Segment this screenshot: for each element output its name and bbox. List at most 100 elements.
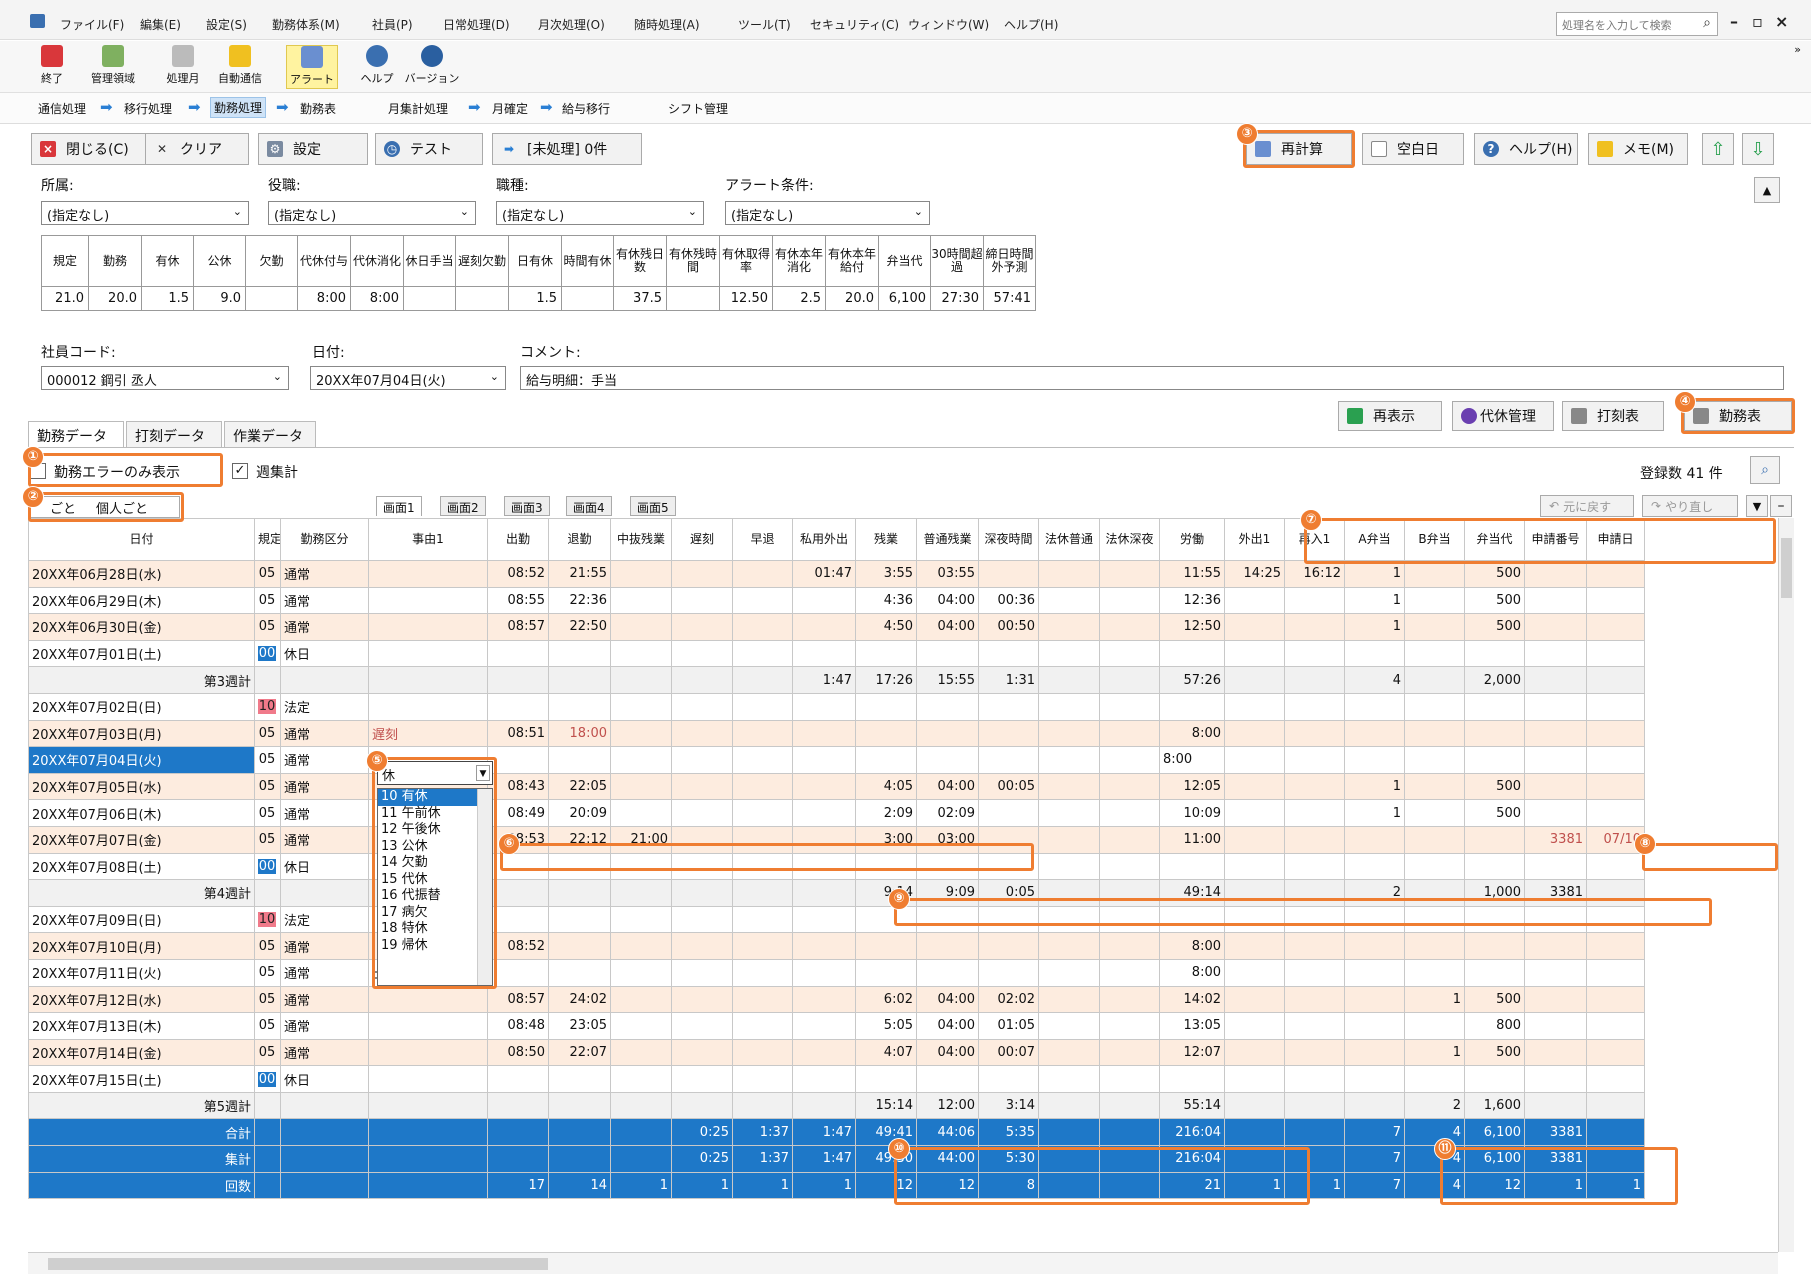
grid-cell[interactable] bbox=[1524, 932, 1587, 960]
grid-cell[interactable]: 1 bbox=[1344, 772, 1405, 801]
grid-cell[interactable] bbox=[671, 746, 733, 774]
reason-option[interactable]: 11 午前休 bbox=[378, 806, 492, 823]
grid-cell[interactable] bbox=[487, 639, 549, 668]
grid-header-cell[interactable]: 早退 bbox=[732, 518, 793, 561]
grid-cell[interactable] bbox=[487, 852, 549, 881]
grid-cell[interactable] bbox=[1284, 879, 1345, 907]
grid-header-cell[interactable]: 中抜残業 bbox=[610, 518, 672, 561]
grid-cell[interactable]: 8:00 bbox=[1159, 719, 1225, 748]
grid-cell[interactable] bbox=[1404, 932, 1465, 960]
grid-cell[interactable] bbox=[1159, 692, 1225, 721]
grid-cell[interactable] bbox=[1159, 639, 1225, 668]
grid-cell[interactable] bbox=[732, 879, 793, 907]
grid-cell[interactable] bbox=[368, 692, 488, 721]
menu-search-input[interactable]: 処理名を入力して検索 ⌕ bbox=[1556, 12, 1718, 36]
grid-cell[interactable] bbox=[792, 905, 856, 934]
grid-cell[interactable]: 4:36 bbox=[855, 586, 917, 615]
grid-cell[interactable]: 55:14 bbox=[1159, 1091, 1225, 1120]
grid-cell[interactable] bbox=[1099, 825, 1160, 854]
grid-cell[interactable] bbox=[1038, 1065, 1100, 1093]
grid-cell[interactable] bbox=[548, 1065, 611, 1093]
grid-cell[interactable]: 通常 bbox=[280, 958, 369, 987]
grid-cell[interactable]: 05 bbox=[254, 985, 281, 1014]
grid-cell[interactable] bbox=[1038, 1091, 1100, 1120]
grid-cell[interactable] bbox=[1344, 1091, 1405, 1120]
grid-cell[interactable] bbox=[1099, 746, 1160, 774]
grid-cell[interactable] bbox=[1038, 879, 1100, 907]
test-button[interactable]: ◷ テスト bbox=[375, 133, 483, 165]
grid-cell[interactable] bbox=[1404, 746, 1465, 774]
process-month-button[interactable]: 処理月 bbox=[160, 45, 206, 89]
up-button[interactable]: ⇧ bbox=[1702, 133, 1734, 165]
grid-cell[interactable]: 11:55 bbox=[1159, 560, 1225, 588]
menu-employee[interactable]: 社員(P) bbox=[372, 16, 413, 33]
grid-cell[interactable] bbox=[916, 746, 979, 774]
grid-cell[interactable] bbox=[916, 958, 979, 987]
grid-cell[interactable] bbox=[671, 1012, 733, 1040]
grid-cell[interactable]: 休日 bbox=[280, 852, 369, 881]
grid-cell[interactable] bbox=[671, 932, 733, 960]
menu-help[interactable]: ヘルプ(H) bbox=[1004, 16, 1058, 33]
weekly-subtotal-row[interactable]: 第4週計9:149:090:0549:1421,0003381 bbox=[28, 879, 1645, 907]
grid-cell[interactable] bbox=[368, 1012, 488, 1040]
grid-cell[interactable] bbox=[1224, 639, 1285, 668]
grid-cell[interactable] bbox=[1464, 639, 1525, 668]
grid-cell[interactable] bbox=[732, 666, 793, 694]
daikyu-button[interactable]: 代休管理 bbox=[1452, 401, 1554, 431]
grid-cell[interactable] bbox=[732, 799, 793, 827]
grid-cell[interactable] bbox=[1524, 666, 1587, 694]
grid-cell[interactable]: 20XX年07月07日(金) bbox=[28, 825, 255, 854]
grid-cell[interactable]: 8:00 bbox=[1159, 932, 1225, 960]
redo-button[interactable]: ↷ やり直し bbox=[1642, 495, 1738, 517]
grid-cell[interactable] bbox=[1586, 613, 1645, 641]
grid-cell[interactable] bbox=[610, 1091, 672, 1120]
grid-cell[interactable] bbox=[368, 1038, 488, 1067]
grid-cell[interactable] bbox=[1464, 746, 1525, 774]
table-row[interactable]: 20XX年07月14日(金) 05 通常 08:50 22:07 4:07 04:00 00:… bbox=[28, 1038, 1645, 1067]
grid-cell[interactable]: 08:51 bbox=[487, 719, 549, 748]
grid-cell[interactable]: 05 bbox=[254, 1038, 281, 1067]
grid-cell[interactable] bbox=[732, 1038, 793, 1067]
grid-cell[interactable] bbox=[1159, 905, 1225, 934]
grid-cell[interactable] bbox=[548, 958, 611, 987]
grid-cell[interactable]: 500 bbox=[1464, 985, 1525, 1014]
grid-cell[interactable] bbox=[610, 692, 672, 721]
grid-cell[interactable] bbox=[732, 772, 793, 801]
grid-cell[interactable] bbox=[1159, 852, 1225, 881]
grid-cell[interactable] bbox=[548, 905, 611, 934]
grid-cell[interactable] bbox=[1524, 1038, 1587, 1067]
grid-cell[interactable]: 01:05 bbox=[978, 1012, 1039, 1040]
grid-cell[interactable] bbox=[1284, 613, 1345, 641]
table-row[interactable]: 20XX年07月10日(月) 05 通常 08:52 8:00 bbox=[28, 932, 1645, 960]
tab-screen-4[interactable]: 画面4 bbox=[566, 496, 612, 516]
grid-cell[interactable]: 10 bbox=[254, 692, 281, 721]
grid-cell[interactable] bbox=[1099, 1012, 1160, 1040]
grid-cell[interactable] bbox=[1224, 772, 1285, 801]
settings-button[interactable]: ⚙ 設定 bbox=[258, 133, 368, 165]
grid-cell[interactable]: 2,000 bbox=[1464, 666, 1525, 694]
grid-cell[interactable]: 3:14 bbox=[978, 1091, 1039, 1120]
grid-cell[interactable] bbox=[792, 879, 856, 907]
grid-cell[interactable] bbox=[792, 1065, 856, 1093]
grid-cell[interactable] bbox=[1404, 586, 1465, 615]
grid-cell[interactable] bbox=[1344, 1065, 1405, 1093]
grid-cell[interactable] bbox=[487, 905, 549, 934]
grid-cell[interactable] bbox=[978, 852, 1039, 881]
reason-option[interactable]: 19 帰休 bbox=[378, 938, 492, 955]
grid-cell[interactable] bbox=[732, 1091, 793, 1120]
filter-job-select[interactable]: (指定なし) ⌄ bbox=[496, 201, 704, 225]
grid-cell[interactable]: 22:07 bbox=[548, 1038, 611, 1067]
grid-cell[interactable] bbox=[1038, 1038, 1100, 1067]
grid-cell[interactable] bbox=[671, 852, 733, 881]
grid-header-cell[interactable]: 日付 bbox=[28, 518, 255, 561]
reason-option[interactable]: 10 有休 bbox=[378, 789, 492, 806]
grid-cell[interactable] bbox=[368, 666, 488, 694]
grid-cell[interactable] bbox=[368, 613, 488, 641]
reason-dropdown-list[interactable]: 10 有休 11 午前休 12 午後休 13 公休 14 欠勤 15 代休 16 代振替 17… bbox=[377, 788, 493, 986]
reason-option[interactable]: 14 欠勤 bbox=[378, 855, 492, 872]
grid-cell[interactable] bbox=[1099, 852, 1160, 881]
grid-cell[interactable] bbox=[1224, 1038, 1285, 1067]
grid-cell[interactable]: 20XX年07月11日(火) bbox=[28, 958, 255, 987]
table-row[interactable]: 20XX年06月30日(金) 05 通常 08:57 22:50 4:50 04:00 00:… bbox=[28, 613, 1645, 641]
grid-cell[interactable]: 05 bbox=[254, 825, 281, 854]
